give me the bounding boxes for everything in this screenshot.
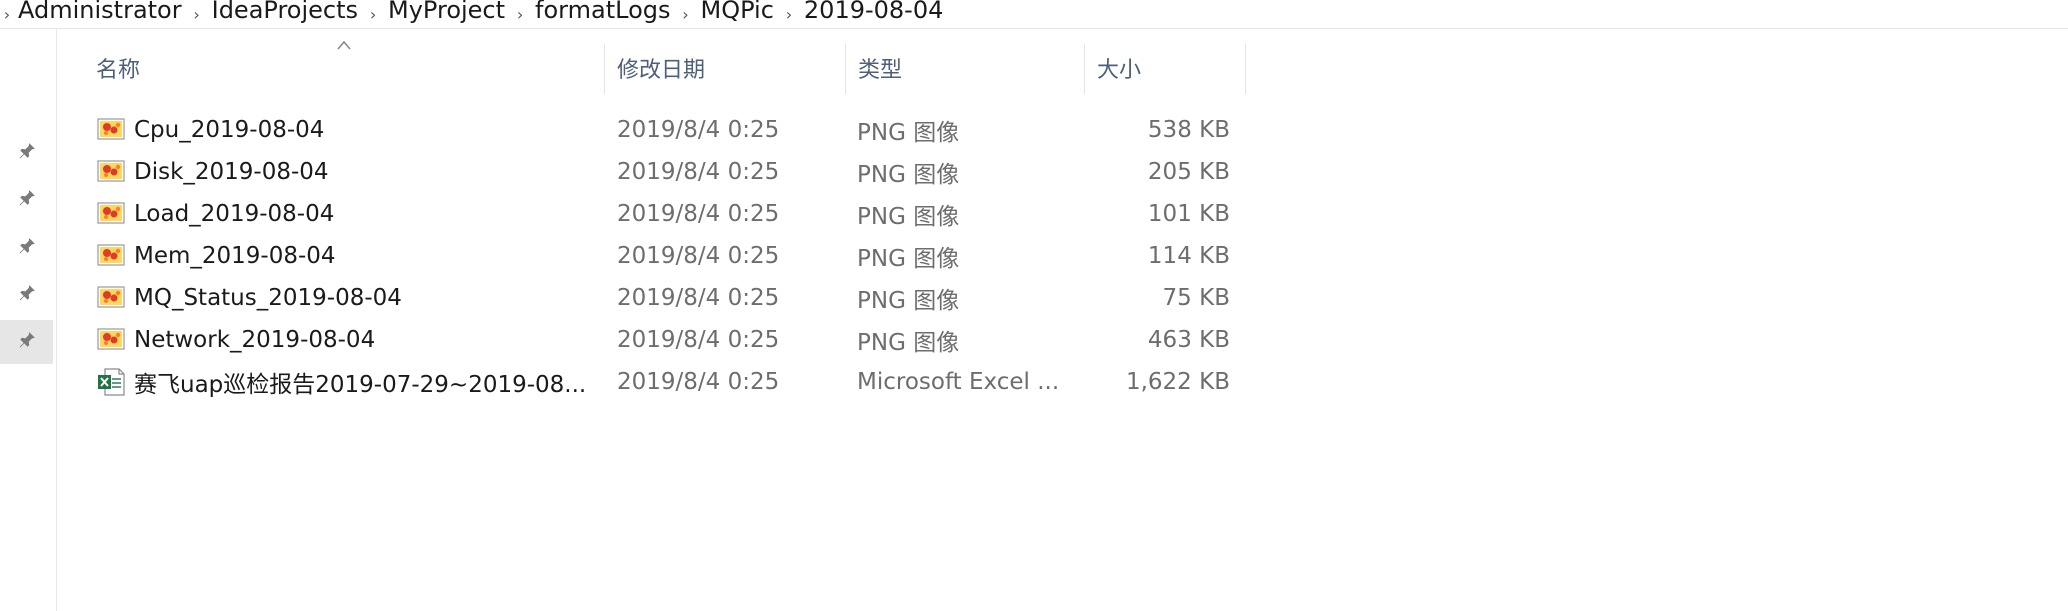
file-name-cell: 赛飞uap巡检报告2019-07-29~2019-08... bbox=[96, 361, 601, 403]
file-list: Cpu_2019-08-04 2019/8/4 0:25 PNG 图像 538 … bbox=[0, 109, 2068, 403]
file-size: 463 KB bbox=[1147, 327, 1230, 353]
column-header-size-label: 大小 bbox=[1097, 58, 1142, 83]
file-type: PNG 图像 bbox=[857, 204, 960, 230]
file-size: 114 KB bbox=[1147, 243, 1230, 269]
file-name: 赛飞uap巡检报告2019-07-29~2019-08... bbox=[134, 372, 587, 398]
column-header-type-label: 类型 bbox=[858, 58, 903, 83]
file-name: Disk_2019-08-04 bbox=[134, 159, 329, 185]
breadcrumb-item-myproject[interactable]: MyProject bbox=[384, 0, 509, 24]
file-name-cell: MQ_Status_2019-08-04 bbox=[96, 277, 601, 319]
file-type: Microsoft Excel ... bbox=[857, 369, 1060, 395]
file-name-cell: Load_2019-08-04 bbox=[96, 193, 601, 235]
file-row[interactable]: Network_2019-08-04 2019/8/4 0:25 PNG 图像 … bbox=[0, 319, 1245, 361]
column-header-date-label: 修改日期 bbox=[617, 58, 706, 83]
file-name-cell: Cpu_2019-08-04 bbox=[96, 109, 601, 151]
file-name: MQ_Status_2019-08-04 bbox=[134, 285, 402, 311]
file-type: PNG 图像 bbox=[857, 120, 960, 146]
file-size: 1,622 KB bbox=[1125, 369, 1230, 395]
file-row[interactable]: 赛飞uap巡检报告2019-07-29~2019-08... 2019/8/4 … bbox=[0, 361, 1245, 403]
png-image-icon bbox=[96, 284, 126, 312]
column-header-type[interactable]: 类型 bbox=[846, 44, 1084, 92]
file-date: 2019/8/4 0:25 bbox=[617, 159, 780, 185]
png-image-icon bbox=[96, 326, 126, 354]
file-type: PNG 图像 bbox=[857, 330, 960, 356]
chevron-right-icon[interactable]: › bbox=[778, 5, 800, 24]
file-row[interactable]: MQ_Status_2019-08-04 2019/8/4 0:25 PNG 图… bbox=[0, 277, 1245, 319]
file-name: Cpu_2019-08-04 bbox=[134, 117, 325, 143]
breadcrumb-item-administrator[interactable]: Administrator bbox=[14, 0, 186, 24]
png-image-icon bbox=[96, 200, 126, 228]
chevron-right-icon[interactable]: › bbox=[186, 5, 208, 24]
file-size: 75 KB bbox=[1162, 285, 1230, 311]
file-name-cell: Disk_2019-08-04 bbox=[96, 151, 601, 193]
file-date: 2019/8/4 0:25 bbox=[617, 117, 780, 143]
column-divider[interactable] bbox=[1245, 44, 1246, 94]
file-name: Network_2019-08-04 bbox=[134, 327, 376, 353]
png-image-icon bbox=[96, 242, 126, 270]
column-header-date[interactable]: 修改日期 bbox=[605, 44, 845, 92]
file-name-cell: Mem_2019-08-04 bbox=[96, 235, 601, 277]
breadcrumb: › Administrator › IdeaProjects › MyProje… bbox=[0, 0, 2068, 29]
column-header-size[interactable]: 大小 bbox=[1085, 44, 1245, 92]
file-row[interactable]: Disk_2019-08-04 2019/8/4 0:25 PNG 图像 205… bbox=[0, 151, 1245, 193]
file-row[interactable]: Load_2019-08-04 2019/8/4 0:25 PNG 图像 101… bbox=[0, 193, 1245, 235]
file-type: PNG 图像 bbox=[857, 246, 960, 272]
file-type: PNG 图像 bbox=[857, 288, 960, 314]
png-image-icon bbox=[96, 158, 126, 186]
file-date: 2019/8/4 0:25 bbox=[617, 285, 780, 311]
column-header-name[interactable]: 名称 bbox=[84, 44, 604, 92]
chevron-right-icon[interactable]: › bbox=[509, 5, 531, 24]
chevron-right-icon[interactable]: › bbox=[675, 5, 697, 24]
file-date: 2019/8/4 0:25 bbox=[617, 369, 780, 395]
file-row[interactable]: Cpu_2019-08-04 2019/8/4 0:25 PNG 图像 538 … bbox=[0, 109, 1245, 151]
excel-file-icon bbox=[96, 368, 126, 396]
chevron-right-icon[interactable]: › bbox=[362, 5, 384, 24]
chevron-right-icon[interactable]: › bbox=[0, 5, 14, 24]
file-type: PNG 图像 bbox=[857, 162, 960, 188]
breadcrumb-item-ideaprojects[interactable]: IdeaProjects bbox=[208, 0, 362, 24]
breadcrumb-item-current-folder[interactable]: 2019-08-04 bbox=[800, 0, 947, 24]
file-explorer-window: › Administrator › IdeaProjects › MyProje… bbox=[0, 0, 2068, 611]
file-name: Mem_2019-08-04 bbox=[134, 243, 336, 269]
breadcrumb-item-formatlogs[interactable]: formatLogs bbox=[531, 0, 674, 24]
file-size: 205 KB bbox=[1147, 159, 1230, 185]
breadcrumb-item-mqpic[interactable]: MQPic bbox=[697, 0, 778, 24]
png-image-icon bbox=[96, 116, 126, 144]
file-row[interactable]: Mem_2019-08-04 2019/8/4 0:25 PNG 图像 114 … bbox=[0, 235, 1245, 277]
file-date: 2019/8/4 0:25 bbox=[617, 327, 780, 353]
file-size: 538 KB bbox=[1147, 117, 1230, 143]
file-size: 101 KB bbox=[1147, 201, 1230, 227]
column-header-name-label: 名称 bbox=[96, 58, 141, 83]
file-name-cell: Network_2019-08-04 bbox=[96, 319, 601, 361]
file-date: 2019/8/4 0:25 bbox=[617, 201, 780, 227]
file-name: Load_2019-08-04 bbox=[134, 201, 335, 227]
file-date: 2019/8/4 0:25 bbox=[617, 243, 780, 269]
